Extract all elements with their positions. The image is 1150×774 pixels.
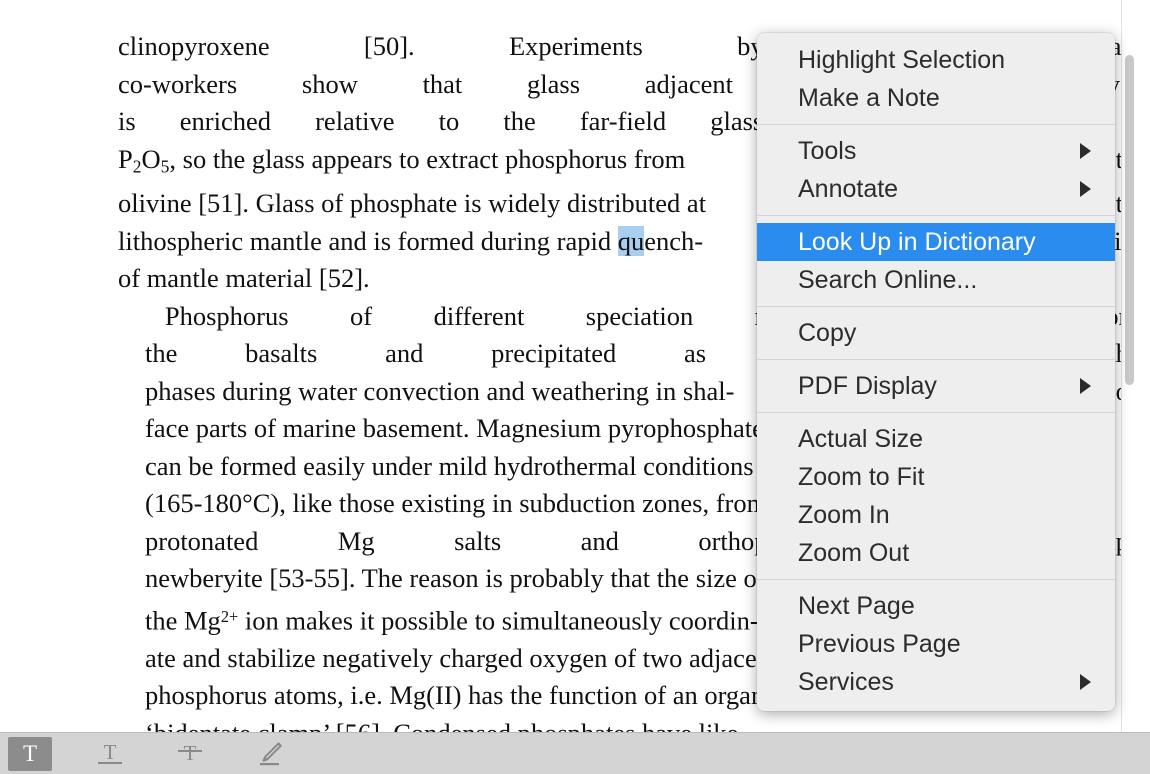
text-selection: qu bbox=[617, 225, 645, 256]
menu-item-annotate[interactable]: Annotate bbox=[757, 170, 1115, 208]
strikethrough-text-icon: T bbox=[175, 739, 205, 769]
scrollbar-thumb[interactable] bbox=[1125, 55, 1134, 385]
menu-item-pdf-display[interactable]: PDF Display bbox=[757, 367, 1115, 405]
menu-item-label: Copy bbox=[798, 319, 857, 347]
menu-item-label: Zoom to Fit bbox=[798, 463, 925, 491]
menu-item-label: Look Up in Dictionary bbox=[798, 228, 1036, 256]
menu-item-tools[interactable]: Tools bbox=[757, 132, 1115, 170]
highlight-text-icon: T bbox=[17, 741, 43, 767]
menu-item-label: Next Page bbox=[798, 592, 915, 620]
menu-item-next-page[interactable]: Next Page bbox=[757, 587, 1115, 625]
chevron-right-icon bbox=[1080, 181, 1091, 197]
strikethrough-tool-button[interactable]: T bbox=[168, 737, 212, 771]
vertical-scrollbar[interactable] bbox=[1121, 0, 1136, 733]
menu-item-search-online[interactable]: Search Online... bbox=[757, 261, 1115, 299]
menu-separator bbox=[757, 306, 1115, 307]
menu-item-label: Search Online... bbox=[798, 266, 978, 294]
chevron-right-icon bbox=[1080, 143, 1091, 159]
chevron-right-icon bbox=[1080, 674, 1091, 690]
menu-separator bbox=[757, 359, 1115, 360]
menu-item-label: PDF Display bbox=[798, 372, 937, 400]
menu-item-label: Zoom Out bbox=[798, 539, 910, 567]
ink-pen-icon bbox=[255, 739, 285, 769]
menu-separator bbox=[757, 579, 1115, 580]
context-menu[interactable]: Highlight Selection Make a Note Tools An… bbox=[757, 33, 1115, 711]
annotation-toolbar: T T T bbox=[0, 732, 1150, 774]
menu-item-services[interactable]: Services bbox=[757, 663, 1115, 701]
menu-item-label: Annotate bbox=[798, 175, 899, 203]
menu-item-label: Tools bbox=[798, 137, 857, 165]
underline-text-icon: T bbox=[95, 739, 125, 769]
menu-separator bbox=[757, 412, 1115, 413]
menu-item-zoom-to-fit[interactable]: Zoom to Fit bbox=[757, 458, 1115, 496]
svg-text:T: T bbox=[23, 741, 37, 766]
svg-text:T: T bbox=[104, 740, 117, 764]
ink-tool-button[interactable] bbox=[248, 737, 292, 771]
highlight-tool-button[interactable]: T bbox=[8, 737, 52, 771]
menu-item-label: Previous Page bbox=[798, 630, 961, 658]
menu-item-label: Zoom In bbox=[798, 501, 890, 529]
menu-item-previous-page[interactable]: Previous Page bbox=[757, 625, 1115, 663]
menu-item-label: Make a Note bbox=[798, 84, 940, 112]
text-line: ‘bidentate clamp’ [56]. Condensed phosph… bbox=[145, 717, 739, 733]
menu-item-make-a-note[interactable]: Make a Note bbox=[757, 79, 1115, 117]
pdf-reader-window: clinopyroxene[50].ExperimentsbyMilman-Ba… bbox=[0, 0, 1150, 774]
menu-item-actual-size[interactable]: Actual Size bbox=[757, 420, 1115, 458]
chevron-right-icon bbox=[1080, 378, 1091, 394]
menu-item-copy[interactable]: Copy bbox=[757, 314, 1115, 352]
svg-text:T: T bbox=[184, 741, 197, 765]
menu-item-look-up-in-dictionary[interactable]: Look Up in Dictionary bbox=[757, 223, 1115, 261]
underline-tool-button[interactable]: T bbox=[88, 737, 132, 771]
menu-item-zoom-in[interactable]: Zoom In bbox=[757, 496, 1115, 534]
menu-item-label: Actual Size bbox=[798, 425, 924, 453]
menu-item-label: Services bbox=[798, 668, 894, 696]
menu-separator bbox=[757, 124, 1115, 125]
menu-separator bbox=[757, 215, 1115, 216]
menu-item-zoom-out[interactable]: Zoom Out bbox=[757, 534, 1115, 572]
menu-item-highlight-selection[interactable]: Highlight Selection bbox=[757, 41, 1115, 79]
menu-item-label: Highlight Selection bbox=[798, 46, 1006, 74]
